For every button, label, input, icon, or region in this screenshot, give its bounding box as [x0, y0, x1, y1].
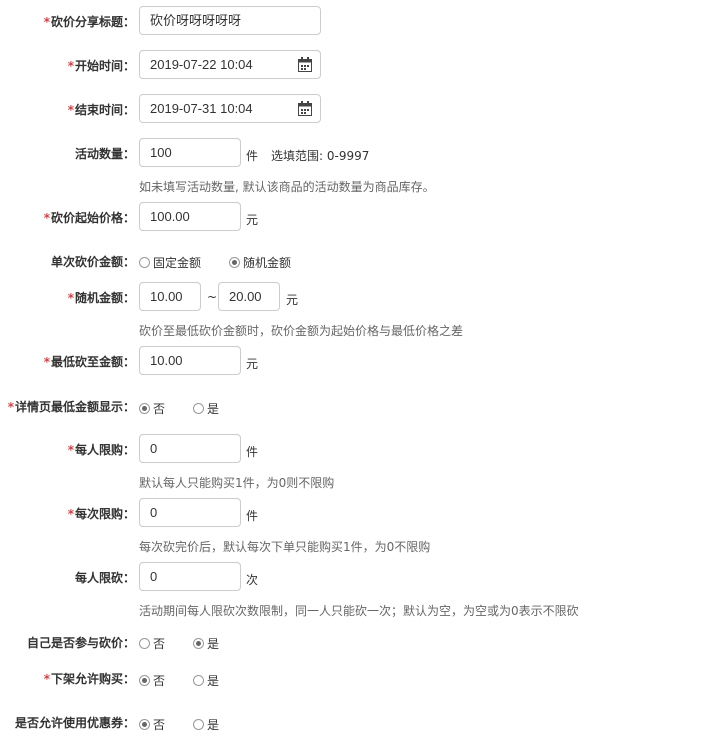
min-price-input[interactable]: 10.00 [139, 346, 241, 375]
radio-show-min-yes[interactable]: 是 [193, 400, 219, 417]
radio-circle[interactable] [139, 257, 150, 268]
start-time-label: *开始时间： [67, 59, 135, 73]
radio-circle-selected[interactable] [139, 675, 150, 686]
radio-circle[interactable] [193, 719, 204, 730]
radio-circle-selected[interactable] [193, 638, 204, 649]
per-user-cut-limit-help: 活动期间每人限砍次数限制，同一人只能砍一次；默认为空，为空或为0表示不限砍 [139, 604, 579, 618]
share-title-input[interactable]: 砍价呀呀呀呀呀 [139, 6, 321, 35]
end-time-input[interactable]: 2019-07-31 10:04 [139, 94, 321, 123]
random-amount-help: 砍价至最低砍价金额时，砍价金额为起始价格与最低价格之差 [139, 324, 464, 338]
radio-circle-selected[interactable] [139, 403, 150, 414]
radio-circle-selected[interactable] [229, 257, 240, 268]
min-price-unit: 元 [246, 357, 259, 371]
radio-offshelf-no[interactable]: 否 [139, 672, 165, 689]
self-cut-label: 自己是否参与砍价： [26, 636, 135, 650]
start-price-label: *砍价起始价格： [43, 211, 135, 225]
per-user-limit-input[interactable]: 0 [139, 434, 241, 463]
radio-self-cut-no[interactable]: 否 [139, 635, 165, 652]
radio-offshelf-yes[interactable]: 是 [193, 672, 219, 689]
min-price-label: *最低砍至金额： [43, 355, 135, 369]
quantity-label: 活动数量： [74, 147, 135, 161]
start-price-input[interactable]: 100.00 [139, 202, 241, 231]
radio-circle[interactable] [193, 403, 204, 414]
radio-circle[interactable] [139, 638, 150, 649]
start-price-unit: 元 [246, 213, 259, 227]
cut-amount-type-label: 单次砍价金额： [50, 255, 135, 269]
per-user-limit-help: 默认每人只能购买1件，为0则不限购 [139, 476, 335, 490]
radio-coupon-yes[interactable]: 是 [193, 716, 219, 733]
allow-coupon-label: 是否允许使用优惠券： [14, 716, 135, 730]
radio-self-cut-yes[interactable]: 是 [193, 635, 219, 652]
random-range-separator: ~ [207, 290, 218, 304]
per-user-limit-unit: 件 [246, 445, 259, 459]
calendar-icon[interactable] [298, 101, 312, 116]
share-title-label: *砍价分享标题： [43, 15, 135, 29]
per-order-limit-help: 每次砍完价后，默认每次下单只能购买1件，为0不限购 [139, 540, 431, 554]
random-max-input[interactable]: 20.00 [218, 282, 280, 311]
quantity-unit: 件 [246, 149, 259, 163]
per-user-cut-limit-unit: 次 [246, 573, 259, 587]
radio-random-amount[interactable]: 随机金额 [229, 254, 291, 271]
radio-show-min-no[interactable]: 否 [139, 400, 165, 417]
per-user-cut-limit-label: 每人限砍： [74, 571, 135, 585]
end-time-value: 2019-07-31 10:04 [150, 101, 253, 116]
quantity-input[interactable]: 100 [139, 138, 241, 167]
random-amount-label: *随机金额： [67, 291, 135, 305]
radio-coupon-no[interactable]: 否 [139, 716, 165, 733]
radio-circle-selected[interactable] [139, 719, 150, 730]
quantity-help: 如未填写活动数量, 默认该商品的活动数量为商品库存。 [139, 180, 435, 194]
show-min-price-label: *详情页最低金额显示： [7, 400, 135, 414]
quantity-range: 选填范围: 0-9997 [271, 149, 370, 163]
per-order-limit-input[interactable]: 0 [139, 498, 241, 527]
end-time-label: *结束时间： [67, 103, 135, 117]
per-user-limit-label: *每人限购： [67, 443, 135, 457]
start-time-input[interactable]: 2019-07-22 10:04 [139, 50, 321, 79]
radio-circle[interactable] [193, 675, 204, 686]
allow-buy-offshelf-label: *下架允许购买： [43, 672, 135, 686]
per-order-limit-label: *每次限购： [67, 507, 135, 521]
random-min-input[interactable]: 10.00 [139, 282, 201, 311]
per-order-limit-unit: 件 [246, 509, 259, 523]
start-time-value: 2019-07-22 10:04 [150, 57, 253, 72]
radio-fixed-amount[interactable]: 固定金额 [139, 254, 201, 271]
calendar-icon[interactable] [298, 57, 312, 72]
per-user-cut-limit-input[interactable]: 0 [139, 562, 241, 591]
random-amount-unit: 元 [286, 293, 299, 307]
